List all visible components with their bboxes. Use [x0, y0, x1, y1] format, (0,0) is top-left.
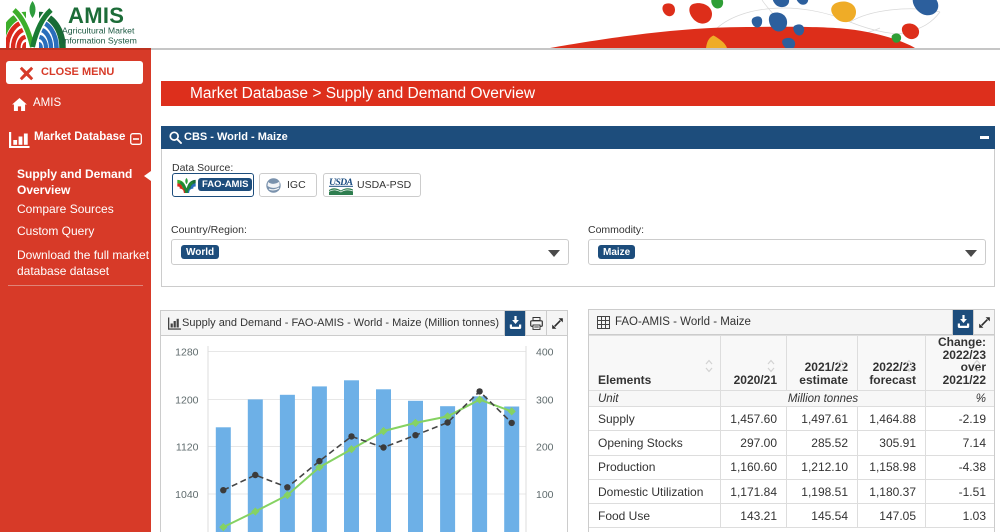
svg-text:1200: 1200	[175, 395, 199, 407]
svg-text:400: 400	[536, 347, 554, 359]
svg-text:Information System: Information System	[62, 36, 137, 46]
svg-text:100: 100	[536, 489, 554, 501]
svg-text:AMIS: AMIS	[68, 3, 124, 28]
svg-text:Agricultural Market: Agricultural Market	[62, 26, 135, 36]
svg-text:1120: 1120	[176, 442, 199, 454]
svg-text:1040: 1040	[175, 489, 199, 501]
svg-text:1280: 1280	[175, 347, 199, 359]
svg-text:300: 300	[536, 395, 554, 407]
svg-text:200: 200	[536, 442, 554, 454]
